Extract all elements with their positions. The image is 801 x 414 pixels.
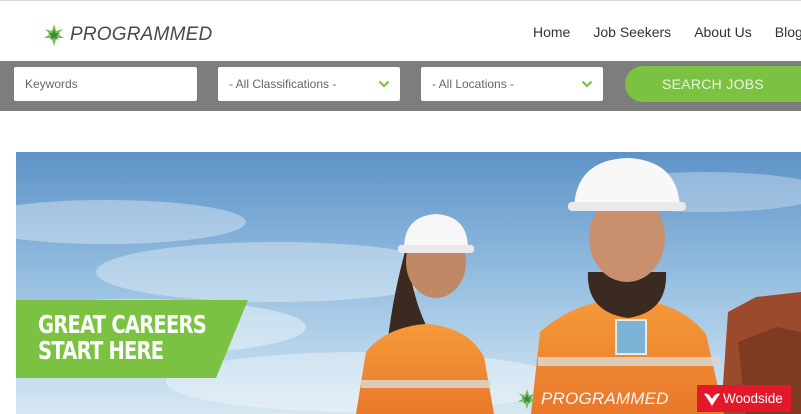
woodside-icon [704, 393, 720, 406]
hero-logo-text: PROGRAMMED [541, 389, 669, 408]
keywords-placeholder: Keywords [25, 77, 78, 91]
chevron-down-icon [581, 80, 593, 88]
search-jobs-button[interactable]: SEARCH JOBS [625, 66, 801, 102]
nav-job-seekers[interactable]: Job Seekers [593, 22, 671, 42]
chevron-down-icon [378, 80, 390, 88]
hero-programmed-logo: PROGRAMMED [516, 386, 669, 412]
nav-home[interactable]: Home [533, 22, 570, 42]
classification-select[interactable]: - All Classifications - [218, 67, 400, 101]
tagline-line-1: GREAT CAREERS [38, 310, 207, 339]
tagline-line-2: START HERE [38, 336, 164, 365]
woodside-badge: Woodside [697, 385, 791, 412]
top-border [0, 0, 801, 1]
location-select[interactable]: - All Locations - [421, 67, 603, 101]
logo-text: PROGRAMMED [70, 24, 213, 45]
woodside-label: Woodside [723, 391, 783, 406]
programmed-star-icon [517, 388, 537, 410]
nav-blog[interactable]: Blog [775, 22, 801, 42]
programmed-star-icon [44, 24, 64, 46]
hero-tagline: GREAT CAREERS START HERE [16, 300, 248, 378]
site-logo[interactable]: PROGRAMMED [42, 21, 212, 49]
job-search-bar: Keywords - All Classifications - - All L… [0, 61, 801, 111]
location-value: - All Locations - [432, 77, 515, 91]
classification-value: - All Classifications - [229, 77, 337, 91]
hero-banner[interactable]: GREAT CAREERS START HERE PROGRAMMED Wood… [16, 152, 801, 414]
nav-about-us[interactable]: About Us [694, 22, 752, 42]
keywords-input[interactable]: Keywords [14, 67, 197, 101]
main-nav: Home Job Seekers About Us Blog [533, 22, 801, 42]
